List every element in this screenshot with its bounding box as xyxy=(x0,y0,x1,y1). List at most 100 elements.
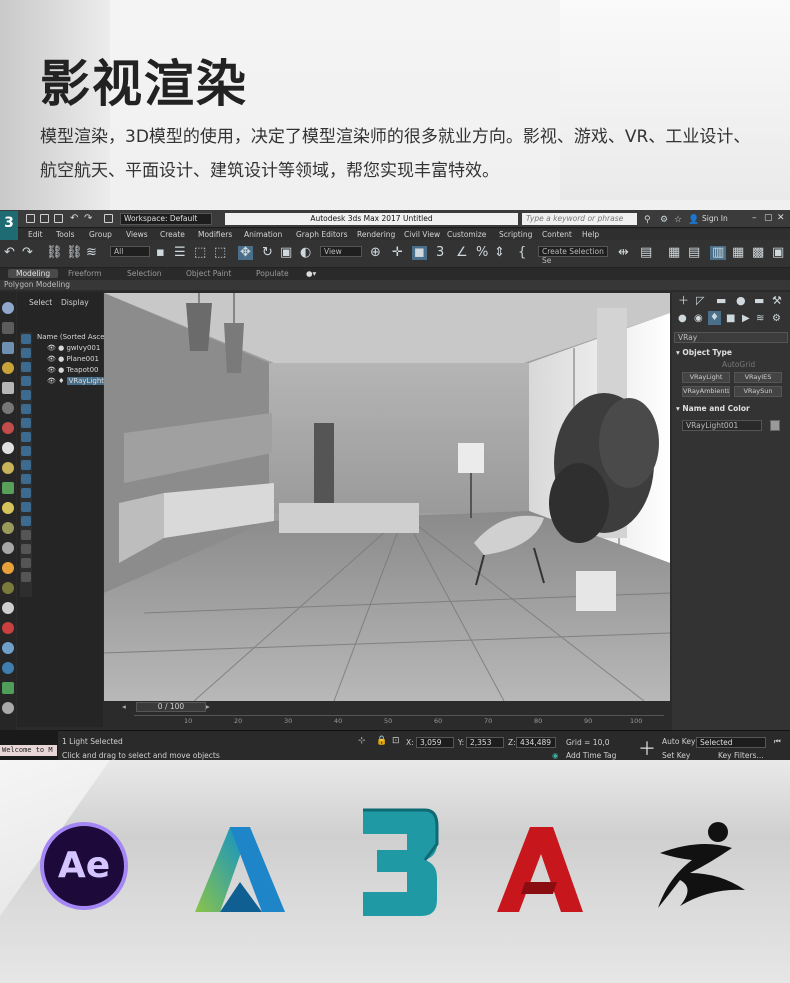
menu-edit[interactable]: Edit xyxy=(28,230,43,239)
filter-xrefs-icon[interactable] xyxy=(21,432,31,442)
cameras-cat-icon[interactable]: ■ xyxy=(726,312,735,326)
project-icon[interactable] xyxy=(104,214,113,223)
scene-explorer-icon[interactable]: ▥ xyxy=(710,246,727,260)
object-type-rollout[interactable]: ▾ Object Type xyxy=(676,348,732,357)
helpers-cat-icon[interactable]: ▶ xyxy=(742,312,750,326)
select-object-icon[interactable]: ▪ xyxy=(156,246,165,260)
object-name-input[interactable]: VRayLight001 xyxy=(682,420,762,431)
object-color-swatch[interactable] xyxy=(770,420,780,431)
named-selection-dropdown[interactable]: Create Selection Se xyxy=(538,246,608,265)
open-file-icon[interactable] xyxy=(40,214,49,223)
select-manipulate-icon[interactable]: ✛ xyxy=(392,246,403,260)
systems-icon[interactable] xyxy=(2,442,14,454)
binoculars-icon[interactable]: ⚲ xyxy=(644,213,651,227)
filter-doc-icon[interactable] xyxy=(21,558,31,568)
vrayambientlight-button[interactable]: VRayAmbientLig xyxy=(682,386,730,397)
minimize-icon[interactable]: – xyxy=(752,213,757,223)
sign-in-link[interactable]: Sign In xyxy=(702,214,728,223)
selection-filter-dropdown[interactable]: All xyxy=(110,246,150,257)
keyboard-shortcut-icon[interactable]: ◼ xyxy=(412,246,427,260)
filter-containers-icon[interactable] xyxy=(21,460,31,470)
tab-modeling[interactable]: Modeling xyxy=(8,269,59,278)
create-geometry-icon[interactable] xyxy=(2,302,14,314)
maxscript-mini-listener[interactable]: Welcome to M xyxy=(0,745,57,756)
display-tab-icon[interactable]: ▬ xyxy=(754,294,764,308)
filter-invert-icon[interactable] xyxy=(21,530,31,540)
filter-page-icon[interactable] xyxy=(21,544,31,554)
filter-lights-icon[interactable] xyxy=(21,362,31,372)
plane-icon[interactable] xyxy=(2,482,14,494)
tree-item-vraylight[interactable]: 👁 ♦ VRayLight xyxy=(37,376,109,387)
undo-icon[interactable]: ↶ xyxy=(4,246,15,260)
shapes-cat-icon[interactable]: ◉ xyxy=(694,312,703,326)
search-input[interactable]: Type a keyword or phrase xyxy=(522,213,637,225)
perspective-viewport[interactable] xyxy=(104,293,670,701)
scene-tab-display[interactable]: Display xyxy=(61,298,89,307)
lights-cat-icon[interactable]: ♦ xyxy=(708,311,721,325)
spacewarps-icon[interactable] xyxy=(2,422,14,434)
name-color-rollout[interactable]: ▾ Name and Color xyxy=(676,404,750,413)
menu-animation[interactable]: Animation xyxy=(244,230,282,239)
box-icon[interactable] xyxy=(2,582,14,594)
user-icon[interactable]: 👤 xyxy=(688,213,699,227)
window-crossing-icon[interactable]: ⬚ xyxy=(214,246,226,260)
key-mode-dropdown[interactable]: Selected xyxy=(696,737,766,748)
filter-funnel-icon[interactable] xyxy=(21,572,31,582)
bind-spacewarp-icon[interactable]: ≋ xyxy=(86,246,97,260)
vraylight-button[interactable]: VRayLight xyxy=(682,372,730,383)
render-setup-icon[interactable]: ▣ xyxy=(772,246,784,260)
modify-tab-icon[interactable]: ◸ xyxy=(696,294,704,308)
redo-icon[interactable]: ↷ xyxy=(22,246,33,260)
lights-icon[interactable] xyxy=(2,362,14,374)
filter-all-icon[interactable] xyxy=(21,502,31,512)
menu-views[interactable]: Views xyxy=(126,230,148,239)
geometry-cat-icon[interactable]: ● xyxy=(678,312,687,326)
foliage-icon[interactable] xyxy=(2,682,14,694)
spinner-snap-icon[interactable]: ⇕ xyxy=(494,246,505,260)
scene-tree-header[interactable]: Name (Sorted Ascen xyxy=(37,332,109,343)
percent-snap-icon[interactable]: % xyxy=(476,246,488,260)
set-key-button[interactable]: Set Key xyxy=(662,751,690,760)
favorites-star-icon[interactable]: ☆ xyxy=(674,213,682,227)
mirror-icon[interactable]: ⇹ xyxy=(618,246,629,260)
go-to-start-icon[interactable]: ⏮ xyxy=(774,737,781,747)
scale-icon[interactable]: ▣ xyxy=(280,246,292,260)
time-tag-icon[interactable]: ◉ xyxy=(552,751,559,760)
maximize-icon[interactable]: ▢ xyxy=(764,213,773,223)
vraysun-button[interactable]: VRaySun xyxy=(734,386,782,397)
y-coordinate-input[interactable]: 2,353 xyxy=(466,737,504,748)
torus-icon[interactable] xyxy=(2,502,14,514)
renderer-dropdown[interactable]: VRay xyxy=(674,332,788,343)
ribbon-toggle-icon[interactable]: ▤ xyxy=(688,246,700,260)
hierarchy-tab-icon[interactable]: ▬ xyxy=(716,294,726,308)
named-selection-edit-icon[interactable]: { xyxy=(518,246,526,260)
frame-right-arrow-icon[interactable]: ▸ xyxy=(206,702,210,711)
move-icon[interactable]: ✥ xyxy=(238,246,253,260)
max-logo-icon[interactable]: 3 xyxy=(0,211,18,241)
transform-mode-icon[interactable]: ⊡ xyxy=(392,736,400,746)
z-coordinate-input[interactable]: 434,489 xyxy=(516,737,556,748)
filter-geometry-icon[interactable] xyxy=(21,334,31,344)
menu-create[interactable]: Create xyxy=(160,230,185,239)
particles-icon[interactable] xyxy=(2,622,14,634)
systems-cat-icon[interactable]: ⚙ xyxy=(772,312,781,326)
set-key-plus-icon[interactable]: ＋ xyxy=(638,735,656,760)
auto-key-button[interactable]: Auto Key xyxy=(662,737,695,746)
filter-shapes-icon[interactable] xyxy=(21,348,31,358)
filter-hidden-icon[interactable] xyxy=(21,488,31,498)
undo-small-icon[interactable]: ↶ xyxy=(70,212,78,226)
tab-freeform[interactable]: Freeform xyxy=(68,269,101,278)
pivot-icon[interactable]: ⊕ xyxy=(370,246,381,260)
reference-coord-dropdown[interactable]: View xyxy=(320,246,362,257)
menu-tools[interactable]: Tools xyxy=(56,230,74,239)
autogrid-checkbox[interactable]: AutoGrid xyxy=(722,360,755,369)
teapot-icon[interactable] xyxy=(2,522,14,534)
filter-helpers-icon[interactable] xyxy=(21,390,31,400)
vrayies-button[interactable]: VRayIES xyxy=(734,372,782,383)
network-icon[interactable] xyxy=(2,642,14,654)
menu-scripting[interactable]: Scripting xyxy=(499,230,532,239)
timeline[interactable]: 0 / 100 ◂ ▸ 10 20 30 40 50 60 70 80 90 1… xyxy=(104,701,670,727)
menu-graph-editors[interactable]: Graph Editors xyxy=(296,230,348,239)
isolate-icon[interactable]: ⊹ xyxy=(358,736,366,746)
lock-icon[interactable]: 🔒 xyxy=(376,736,387,746)
